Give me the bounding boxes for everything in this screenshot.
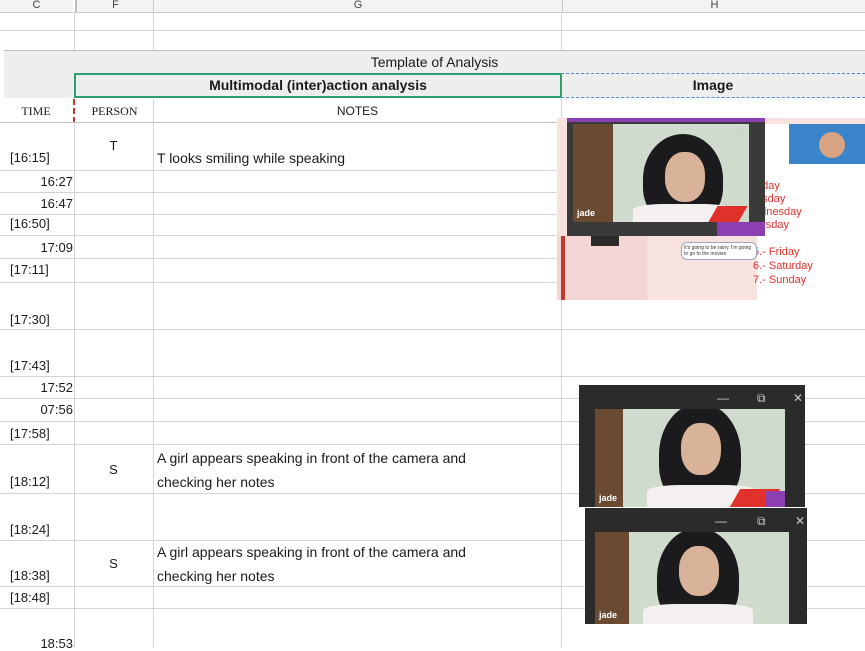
restore-icon[interactable]: ⧉ bbox=[735, 124, 744, 139]
template-title[interactable]: Template of Analysis bbox=[4, 50, 865, 74]
close-icon[interactable]: ✕ bbox=[795, 514, 805, 528]
gridline bbox=[0, 214, 562, 215]
slide-red-bar bbox=[561, 236, 565, 300]
person-cell[interactable]: S bbox=[75, 556, 152, 571]
red-dashed-separator bbox=[73, 99, 75, 123]
person-column-title: PERSON bbox=[91, 104, 138, 118]
slide-day: 7.- Sunday bbox=[753, 274, 807, 286]
girl-face bbox=[679, 546, 719, 596]
gridline bbox=[0, 258, 562, 259]
gridline bbox=[153, 12, 154, 50]
webcam-name-label: jade bbox=[599, 493, 618, 503]
webcam-titlebar-accent bbox=[567, 118, 765, 122]
restore-icon[interactable]: ⧉ bbox=[757, 391, 766, 406]
time-cell[interactable]: [18:38] bbox=[10, 568, 50, 583]
note-cell[interactable]: A girl appears speaking in front of the … bbox=[157, 446, 557, 470]
time-cell[interactable]: 16:47 bbox=[0, 196, 75, 211]
slide-screenshot-image[interactable]: nday esday ednesday ursday 5.- Friday 6.… bbox=[557, 118, 865, 300]
slide-dark-block bbox=[591, 236, 619, 246]
speech-bubble: It's going to be rainy. I'm going to go … bbox=[681, 242, 757, 260]
webcam-screenshot-image[interactable]: — ⧉ jade ✕ bbox=[579, 385, 805, 507]
notes-column-title: NOTES bbox=[336, 104, 379, 118]
gridline bbox=[0, 192, 562, 193]
webcam-name-label: jade bbox=[599, 610, 618, 620]
gridline bbox=[0, 329, 865, 330]
note-cell[interactable]: A girl appears speaking in front of the … bbox=[157, 540, 557, 564]
gridline bbox=[153, 99, 154, 647]
note-cell-line2[interactable]: checking her notes bbox=[157, 470, 557, 494]
time-cell[interactable]: [16:15] bbox=[10, 150, 50, 165]
time-cell[interactable]: [17:11] bbox=[10, 262, 49, 277]
close-icon[interactable]: ✕ bbox=[793, 391, 803, 405]
gridline bbox=[74, 12, 75, 50]
time-cell[interactable]: 17:09 bbox=[0, 240, 75, 255]
time-cell[interactable]: [17:43] bbox=[10, 358, 50, 373]
gridline bbox=[0, 282, 562, 283]
time-cell[interactable]: 07:56 bbox=[0, 402, 75, 417]
time-cell[interactable]: [17:30] bbox=[10, 312, 50, 327]
time-cell[interactable]: 16:27 bbox=[0, 174, 75, 189]
column-header-h[interactable]: H bbox=[562, 0, 865, 13]
slide-day: 6.- Saturday bbox=[753, 260, 813, 272]
gridline bbox=[0, 122, 562, 123]
time-cell[interactable]: 18:53 bbox=[0, 636, 75, 651]
time-cell[interactable]: [18:24] bbox=[10, 522, 50, 537]
webcam-video: jade bbox=[573, 124, 749, 222]
gridline bbox=[0, 235, 562, 236]
minimize-icon[interactable]: — bbox=[717, 391, 729, 405]
time-cell[interactable]: [16:50] bbox=[10, 216, 50, 231]
time-cell[interactable]: 17:52 bbox=[0, 380, 75, 395]
minimize-icon[interactable]: — bbox=[715, 514, 727, 528]
note-cell-line2[interactable]: checking her notes bbox=[157, 564, 557, 588]
gridline bbox=[561, 12, 562, 50]
gridline bbox=[0, 376, 865, 377]
time-cell[interactable]: [18:12] bbox=[10, 474, 50, 489]
girl-shirt bbox=[643, 604, 753, 624]
purple-stripe bbox=[717, 222, 765, 236]
teacher-avatar bbox=[819, 132, 845, 158]
time-cell[interactable]: [17:58] bbox=[10, 426, 50, 441]
column-header-f[interactable]: F bbox=[75, 0, 154, 13]
person-cell[interactable]: S bbox=[75, 462, 152, 477]
slide-day: 5.- Friday bbox=[753, 246, 800, 258]
purple-stripe bbox=[765, 491, 785, 507]
gridline bbox=[0, 30, 865, 31]
multimodal-analysis-header: Multimodal (inter)action analysis bbox=[209, 77, 427, 93]
girl-face bbox=[681, 423, 721, 475]
webcam-window[interactable]: jade ⧉ bbox=[567, 118, 765, 236]
time-cell[interactable]: [18:48] bbox=[10, 590, 50, 605]
time-column-title: TIME bbox=[21, 104, 51, 118]
webcam-name-label: jade bbox=[577, 208, 596, 218]
person-cell[interactable]: T bbox=[75, 138, 152, 153]
webcam-screenshot-image[interactable]: — ⧉ jade ✕ bbox=[585, 508, 807, 624]
note-cell[interactable]: T looks smiling while speaking bbox=[157, 146, 557, 170]
webcam-video: jade bbox=[595, 532, 789, 624]
webcam-video: jade bbox=[595, 409, 785, 507]
girl-face bbox=[665, 152, 705, 202]
image-header: Image bbox=[692, 77, 734, 93]
restore-icon[interactable]: ⧉ bbox=[757, 514, 766, 529]
column-header-g[interactable]: G bbox=[153, 0, 562, 13]
column-header-c[interactable]: C bbox=[0, 0, 73, 13]
